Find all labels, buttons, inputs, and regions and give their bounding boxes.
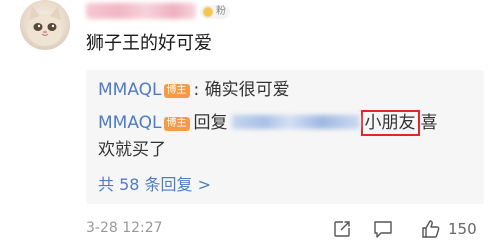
- like-count: 150: [448, 220, 477, 238]
- share-icon: [334, 221, 350, 237]
- comment-text: 狮子王的好可爱: [86, 33, 212, 54]
- thumbs-up-icon: [422, 220, 440, 238]
- blogger-badge: 博主: [163, 84, 190, 98]
- fan-badge-icon: [203, 7, 213, 17]
- comment-icon: [374, 221, 392, 238]
- reply-item[interactable]: MMAQL 博主 回复 小朋友喜: [98, 110, 438, 136]
- reply-item[interactable]: MMAQL 博主: 确实很可爱: [98, 78, 290, 102]
- comment-username[interactable]: [86, 3, 196, 19]
- avatar[interactable]: [20, 0, 70, 50]
- reply-author[interactable]: MMAQL: [98, 113, 162, 133]
- cat-avatar-image: [27, 6, 63, 46]
- timestamp: 3-28 12:27: [86, 220, 163, 236]
- like-button[interactable]: 150: [420, 218, 477, 240]
- reply-text-continued: 欢就买了: [98, 140, 166, 160]
- fan-badge-label: 粉: [216, 6, 226, 17]
- reply-text: : 确实很可爱: [193, 80, 290, 100]
- reply-author[interactable]: MMAQL: [98, 80, 162, 100]
- comment-button[interactable]: [372, 218, 394, 240]
- mentioned-user[interactable]: [231, 115, 360, 129]
- blogger-badge: 博主: [163, 117, 190, 131]
- more-replies-link[interactable]: 共 58 条回复 >: [98, 174, 211, 196]
- reply-word: 回复: [193, 113, 228, 133]
- highlighted-text: 小朋友: [360, 110, 420, 136]
- reply-box[interactable]: MMAQL 博主: 确实很可爱 MMAQL 博主 回复 小朋友喜 欢就买了 共 58 条…: [86, 70, 484, 204]
- reply-text: 喜: [420, 113, 438, 133]
- fan-badge: 粉: [200, 5, 230, 19]
- share-button[interactable]: [332, 218, 352, 240]
